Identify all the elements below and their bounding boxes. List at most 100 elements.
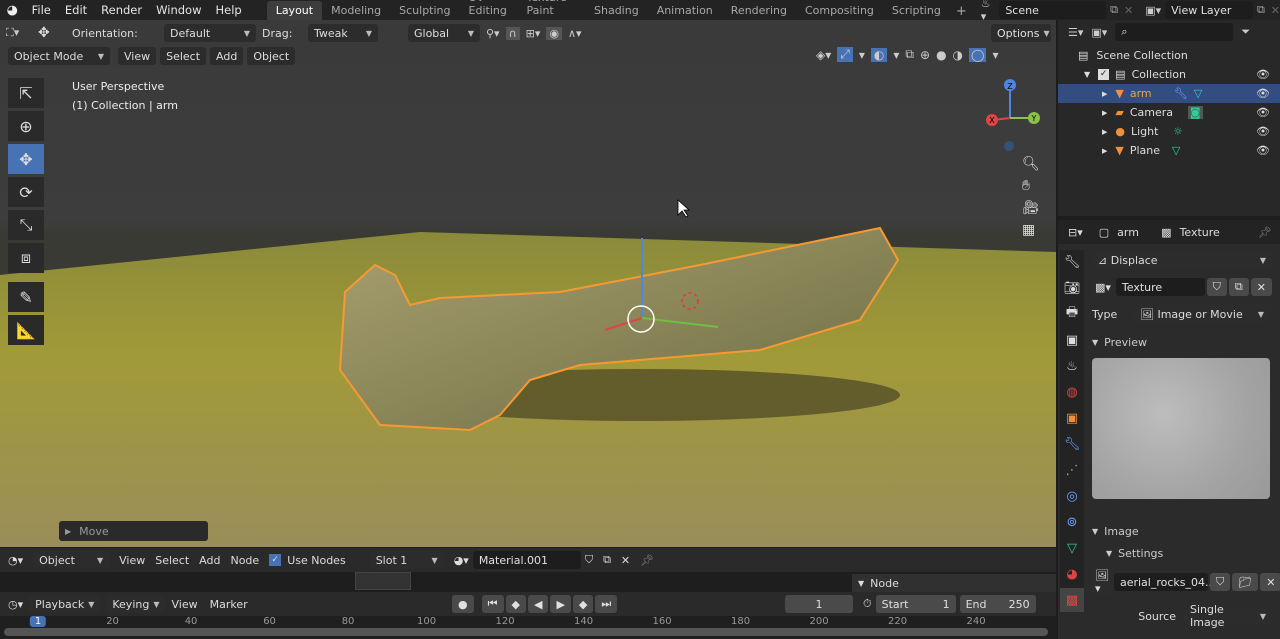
new-scene-icon[interactable]: ⧉: [1110, 3, 1118, 17]
record-icon[interactable]: ●: [452, 595, 474, 613]
fake-user-icon[interactable]: ⛉: [1206, 278, 1227, 296]
duplicate-icon[interactable]: ⧉: [1228, 278, 1249, 296]
menu-edit[interactable]: Edit: [58, 3, 94, 17]
xray-icon[interactable]: ⧉: [905, 47, 914, 62]
scale-icon[interactable]: ⤡: [8, 210, 44, 240]
filter-view-icon[interactable]: ▣▾: [1091, 26, 1107, 39]
data-tab-icon[interactable]: ▽: [1060, 536, 1084, 560]
eye-icon[interactable]: 👁︎: [1256, 68, 1270, 81]
display-mode-icon[interactable]: ☰▾: [1068, 26, 1083, 39]
outliner-item-light[interactable]: ▶ ● Light ☼ 👁︎: [1058, 122, 1280, 141]
tab-compositing[interactable]: Compositing: [796, 1, 883, 20]
tab-sculpting[interactable]: Sculpting: [390, 1, 459, 20]
image-name-field[interactable]: aerial_rocks_04...: [1113, 573, 1216, 591]
add-workspace-button[interactable]: +: [950, 3, 973, 20]
menu-window[interactable]: Window: [149, 3, 208, 17]
view-layer-tab-icon[interactable]: ▣: [1060, 328, 1084, 352]
3d-viewport[interactable]: Z X Y ⛶▾ ✥ Orientation: Default ▼ Drag: T…: [0, 20, 1056, 547]
cursor-icon[interactable]: ⊕: [8, 111, 44, 141]
outliner-item-camera[interactable]: ▶ ▰ Camera ◙ 👁︎: [1058, 103, 1280, 122]
tab-layout[interactable]: Layout: [266, 1, 323, 20]
texture-tab-icon[interactable]: ▩: [1060, 588, 1084, 612]
type-dropdown[interactable]: 🖼︎ Image or Movie ▼: [1134, 305, 1270, 323]
render-tab-icon[interactable]: 📷︎: [1060, 276, 1084, 300]
object-tab-icon[interactable]: ▣: [1060, 406, 1084, 430]
visibility-icon[interactable]: ◈▾: [816, 48, 831, 62]
snap-target-icon[interactable]: ⊞▾: [526, 27, 541, 40]
options-dropdown[interactable]: Options ▼: [991, 24, 1051, 42]
drag-dropdown[interactable]: Tweak ▼: [308, 24, 378, 42]
expand-icon[interactable]: ▼: [1084, 70, 1090, 79]
next-keyframe-icon[interactable]: ◆: [572, 595, 594, 613]
perspective-grid-icon[interactable]: ▦: [1022, 222, 1040, 238]
solid-shading-icon[interactable]: ●: [936, 48, 946, 62]
rotate-icon[interactable]: ⟳: [8, 177, 44, 207]
modifier-dropdown[interactable]: ⊿ Displace ▼: [1092, 250, 1272, 270]
tab-scripting[interactable]: Scripting: [883, 1, 950, 20]
remove-scene-icon[interactable]: ✕: [1124, 4, 1133, 17]
scene-selector[interactable]: Scene: [999, 1, 1107, 19]
fake-user-icon[interactable]: ⛉: [1209, 573, 1231, 591]
menu-playback[interactable]: Playback ▼: [29, 595, 101, 613]
transform-orientation-dropdown[interactable]: Global ▼: [408, 24, 480, 42]
slot-dropdown[interactable]: Slot 1 ▼: [369, 551, 444, 569]
menu-node[interactable]: Node: [230, 554, 259, 567]
editor-type-icon[interactable]: ◔▾: [8, 554, 23, 567]
material-shading-icon[interactable]: ◑: [953, 48, 963, 62]
tab-modeling[interactable]: Modeling: [322, 1, 390, 20]
modifier-tab-icon[interactable]: 🔧︎: [1060, 432, 1084, 456]
nav-neg-z-axis[interactable]: [1004, 141, 1014, 151]
end-frame-field[interactable]: End 250: [959, 595, 1036, 613]
menu-add[interactable]: Add: [210, 47, 244, 65]
pan-hand-icon[interactable]: ✋︎: [1022, 178, 1040, 194]
menu-keying[interactable]: Keying ▼: [106, 595, 166, 613]
gizmo-dropdown-icon[interactable]: ▾: [859, 48, 865, 62]
jump-end-icon[interactable]: ⏭: [595, 595, 618, 613]
constraints-tab-icon[interactable]: ⊚: [1060, 510, 1084, 534]
shading-dropdown-icon[interactable]: ▾: [992, 48, 998, 62]
start-frame-field[interactable]: Start 1: [875, 595, 956, 613]
light-data-icon[interactable]: ☼: [1173, 125, 1183, 138]
material-browse-icon[interactable]: ◕▾: [454, 554, 469, 567]
view-layer-selector[interactable]: View Layer: [1165, 1, 1253, 19]
move-icon[interactable]: ✥: [8, 144, 44, 174]
menu-marker[interactable]: Marker: [210, 598, 248, 611]
tab-animation[interactable]: Animation: [648, 1, 722, 20]
measure-icon[interactable]: 📐: [8, 315, 44, 345]
particles-tab-icon[interactable]: ⋰: [1060, 458, 1084, 482]
zoom-icon[interactable]: 🔍︎: [1022, 156, 1040, 172]
use-nodes-checkbox[interactable]: ✓ Use Nodes: [269, 554, 346, 567]
checkbox-icon[interactable]: ✓: [1098, 69, 1110, 80]
physics-tab-icon[interactable]: ◎: [1060, 484, 1084, 508]
preview-panel-header[interactable]: ▼ Preview: [1092, 332, 1272, 352]
source-dropdown[interactable]: Single Image ▼: [1184, 603, 1272, 629]
expand-icon[interactable]: ▶: [1102, 90, 1107, 98]
tab-shading[interactable]: Shading: [585, 1, 648, 20]
material-tab-icon[interactable]: ◕: [1060, 562, 1084, 586]
menu-object[interactable]: Object: [247, 47, 296, 65]
outliner-item-plane[interactable]: ▶ ▼ Plane ▽ 👁︎: [1058, 141, 1280, 160]
camera-view-icon[interactable]: 🎥︎: [1022, 200, 1040, 216]
eye-icon[interactable]: 👁︎: [1256, 144, 1270, 157]
mesh-data-icon[interactable]: ▽: [1172, 144, 1180, 157]
expand-icon[interactable]: ▶: [1102, 147, 1107, 155]
shader-type-dropdown[interactable]: Object ▼: [33, 551, 110, 569]
current-frame-marker[interactable]: 1: [29, 616, 47, 627]
editor-type-icon[interactable]: ◷▾: [8, 598, 23, 611]
node-sidebar-panel[interactable]: ▼ Node: [852, 574, 1056, 592]
world-tab-icon[interactable]: ◍: [1060, 380, 1084, 404]
annotate-icon[interactable]: ✎: [8, 282, 44, 312]
pin-icon[interactable]: 📌︎: [1258, 226, 1272, 239]
menu-file[interactable]: File: [25, 3, 58, 17]
rendered-shading-icon[interactable]: ◯: [969, 47, 987, 62]
eye-icon[interactable]: 👁︎: [1256, 125, 1270, 138]
settings-subpanel-header[interactable]: ▼ Settings: [1092, 543, 1272, 563]
view-layer-icon[interactable]: ▣▾: [1145, 4, 1161, 17]
duplicate-icon[interactable]: ⧉: [603, 553, 611, 567]
wireframe-shading-icon[interactable]: ⊕: [920, 48, 930, 62]
camera-data-icon[interactable]: ◙: [1187, 106, 1203, 119]
select-box-icon[interactable]: ⇱: [8, 78, 44, 108]
tab-rendering[interactable]: Rendering: [722, 1, 796, 20]
outliner-item-arm[interactable]: ▶ ▼ arm 🔧︎ ▽ 👁︎: [1058, 84, 1280, 103]
open-folder-icon[interactable]: 📁︎: [1232, 573, 1259, 591]
